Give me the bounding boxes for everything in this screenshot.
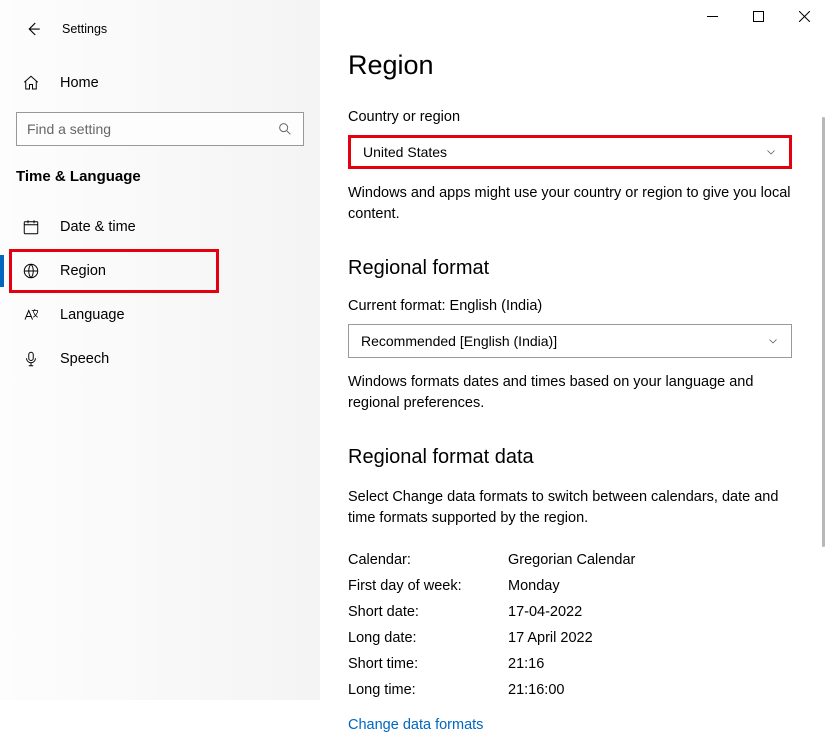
nav-label: Language <box>60 307 125 323</box>
home-icon <box>22 74 42 92</box>
country-label: Country or region <box>348 109 799 125</box>
microphone-icon <box>22 350 42 368</box>
nav-label: Speech <box>60 351 109 367</box>
format-select[interactable]: Recommended [English (India)] <box>348 324 792 358</box>
format-value: Recommended [English (India)] <box>361 333 557 349</box>
arrow-left-icon <box>24 20 42 38</box>
table-row: First day of week:Monday <box>348 573 799 599</box>
close-icon <box>799 11 810 22</box>
maximize-icon <box>753 11 764 22</box>
change-formats-link[interactable]: Change data formats <box>348 717 483 733</box>
country-value: United States <box>363 144 447 160</box>
minimize-icon <box>707 11 718 22</box>
globe-icon <box>22 262 42 280</box>
table-row: Long time:21:16:00 <box>348 677 799 703</box>
table-row: Calendar:Gregorian Calendar <box>348 547 799 573</box>
nav-home-label: Home <box>60 75 99 91</box>
search-input[interactable]: Find a setting <box>16 112 304 146</box>
nav-label: Date & time <box>60 219 136 235</box>
nav-date-time[interactable]: Date & time <box>0 205 320 249</box>
language-icon <box>22 306 42 324</box>
search-icon <box>277 121 293 137</box>
nav-region[interactable]: Region <box>0 249 320 293</box>
nav-home[interactable]: Home <box>0 64 320 102</box>
section-header: Time & Language <box>0 150 320 193</box>
close-button[interactable] <box>781 0 827 32</box>
country-help: Windows and apps might use your country … <box>348 183 798 225</box>
data-heading: Regional format data <box>348 446 799 469</box>
scrollbar-thumb[interactable] <box>822 117 825 547</box>
format-data-table: Calendar:Gregorian Calendar First day of… <box>348 547 799 703</box>
nav-speech[interactable]: Speech <box>0 337 320 381</box>
main-content: Region Country or region United States W… <box>320 0 827 700</box>
country-select[interactable]: United States <box>348 135 792 169</box>
table-row: Short date:17-04-2022 <box>348 599 799 625</box>
data-intro: Select Change data formats to switch bet… <box>348 487 798 529</box>
nav-list: Date & time Region Language Speech <box>0 205 320 381</box>
current-format-label: Current format: English (India) <box>348 298 799 314</box>
minimize-button[interactable] <box>689 0 735 32</box>
format-heading: Regional format <box>348 257 799 280</box>
nav-language[interactable]: Language <box>0 293 320 337</box>
back-button[interactable] <box>22 18 44 40</box>
format-help: Windows formats dates and times based on… <box>348 372 798 414</box>
maximize-button[interactable] <box>735 0 781 32</box>
chevron-down-icon <box>767 335 779 347</box>
page-title: Region <box>348 50 799 81</box>
app-title: Settings <box>62 22 107 36</box>
table-row: Long date:17 April 2022 <box>348 625 799 651</box>
chevron-down-icon <box>765 146 777 158</box>
window-controls <box>689 0 827 32</box>
sidebar: Settings Home Find a setting Time & Lang… <box>0 0 320 700</box>
search-placeholder: Find a setting <box>27 121 111 137</box>
nav-label: Region <box>60 263 106 279</box>
table-row: Short time:21:16 <box>348 651 799 677</box>
calendar-icon <box>22 218 42 236</box>
